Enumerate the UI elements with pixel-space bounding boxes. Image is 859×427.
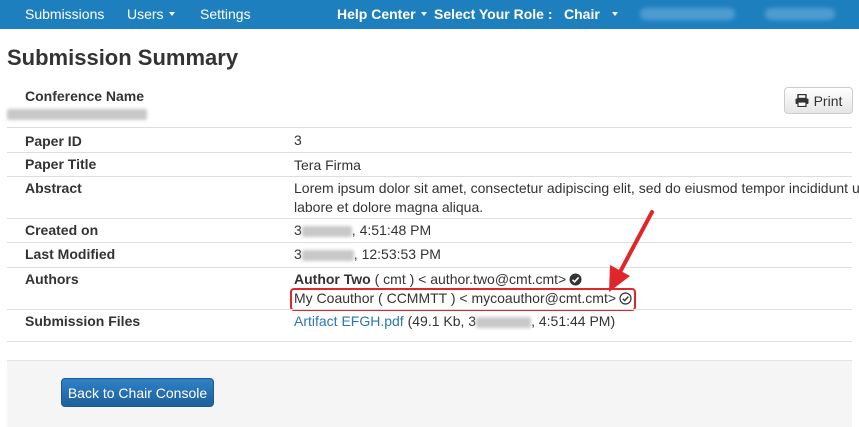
nav-select-role-label: Select Your Role : [434,6,553,22]
created-on-time: , 4:51:48 PM [351,222,432,238]
nav-settings[interactable]: Settings [200,6,251,22]
label-conference-name: Conference Name [25,88,145,104]
nav-help-center-label: Help Center [337,6,416,22]
author-1-details: ( cmt ) < author.two@cmt.cmt> [370,271,567,287]
last-modified-time: , 12:53:53 PM [353,246,441,262]
redacted-date [301,225,352,237]
row-created-on: Created on 3 , 4:51:48 PM [7,218,852,242]
value-abstract: Lorem ipsum dolor sit amet, consectetur … [294,179,859,217]
nav-help-center[interactable]: Help Center [337,6,427,22]
nav-users[interactable]: Users [127,6,175,22]
file-link[interactable]: Artifact EFGH.pdf [294,313,404,329]
redacted-date [476,316,532,328]
label-paper-title: Paper Title [25,156,97,172]
redacted-user-menu[interactable] [765,8,835,20]
file-info-prefix: (49.1 Kb, 3 [403,313,477,329]
printer-icon [795,94,809,107]
file-info-time: , 4:51:44 PM) [531,313,616,329]
submission-summary-table: Conference Name Paper ID 3 Paper Title T… [7,84,859,342]
redacted-date [301,249,354,261]
chevron-down-icon [611,12,618,17]
value-paper-title: Tera Firma [294,157,361,173]
nav-role-dropdown[interactable]: Chair [564,6,618,22]
back-to-chair-console-button[interactable]: Back to Chair Console [61,378,214,407]
label-authors: Authors [25,271,79,287]
divider [7,341,852,342]
page-title: Submission Summary [7,45,239,70]
highlight-box [290,288,636,311]
print-button-label: Print [813,92,843,109]
value-paper-id: 3 [294,132,302,148]
print-button[interactable]: Print [784,87,853,114]
nav-users-label: Users [127,6,164,22]
created-on-prefix: 3 [294,222,302,238]
label-submission-files: Submission Files [25,313,141,329]
chevron-down-icon [168,12,175,17]
row-last-modified: Last Modified 3 , 12:53:53 PM [7,242,852,267]
redacted-conference-name [7,109,147,120]
label-paper-id: Paper ID [25,133,82,149]
row-paper-title: Paper Title Tera Firma [7,152,852,176]
label-created-on: Created on [25,222,99,238]
value-last-modified: 3 , 12:53:53 PM [294,245,441,264]
nav-submissions[interactable]: Submissions [25,6,104,22]
row-authors: Authors Author Two ( cmt ) < author.two@… [7,267,852,311]
row-conference-name: Conference Name [7,84,852,127]
label-abstract: Abstract [25,180,82,196]
chevron-down-icon [420,12,427,17]
value-created-on: 3 , 4:51:48 PM [294,221,431,240]
last-modified-prefix: 3 [294,246,302,262]
author-1: Author Two ( cmt ) < author.two@cmt.cmt> [294,271,582,287]
nav-role-label: Chair [564,6,600,22]
footer-panel: Back to Chair Console [7,360,852,427]
abstract-line-2: labore et dolore magna aliqua. [294,199,484,215]
check-circle-filled-icon [569,273,582,286]
top-navbar: Submissions Users Settings Help Center S… [0,0,859,29]
redacted-user-name[interactable] [640,8,735,20]
author-1-name: Author Two [294,271,371,287]
row-paper-id: Paper ID 3 [7,127,852,152]
row-abstract: Abstract Lorem ipsum dolor sit amet, con… [7,176,859,218]
abstract-line-1: Lorem ipsum dolor sit amet, consectetur … [294,180,859,196]
label-last-modified: Last Modified [25,246,116,262]
row-submission-files: Submission Files Artifact EFGH.pdf (49.1… [7,309,852,342]
value-submission-files: Artifact EFGH.pdf (49.1 Kb, 3 , 4:51:44 P… [294,312,615,331]
